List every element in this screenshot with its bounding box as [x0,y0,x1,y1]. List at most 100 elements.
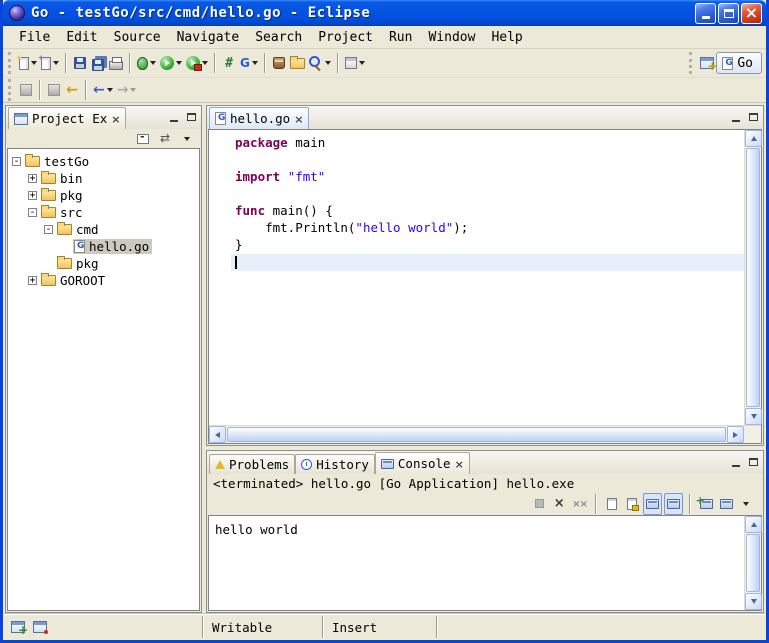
expander-icon[interactable]: - [12,157,21,166]
display-console-button[interactable] [717,493,735,515]
terminate-button[interactable] [530,493,548,515]
scrollbar-track[interactable] [226,426,727,443]
tab-history[interactable]: History [295,454,375,474]
scroll-up-button[interactable] [745,130,762,147]
scrollbar-thumb[interactable] [746,534,760,592]
expander-icon[interactable]: + [28,191,37,200]
show-console-on-output-toggle[interactable] [643,493,662,515]
tree-item-cmd[interactable]: - cmd [8,221,199,238]
search-dropdown[interactable] [307,52,333,74]
run-dropdown[interactable] [158,52,184,74]
menu-window[interactable]: Window [420,28,483,47]
minimize-view-button[interactable] [166,110,182,124]
menu-source[interactable]: Source [106,28,169,47]
open-console-dropdown[interactable] [737,493,755,515]
scroll-right-button[interactable] [727,426,744,443]
code-line[interactable] [231,186,744,203]
console-output-text[interactable]: hello world [209,516,744,610]
print-button[interactable] [107,52,125,74]
scrollbar-thumb[interactable] [227,427,726,442]
maximize-view-button[interactable] [745,110,761,124]
new-go-element-dropdown[interactable] [39,52,61,74]
close-button[interactable] [741,3,762,24]
code-line[interactable]: func main() { [231,203,744,220]
new-wizard-dropdown[interactable] [17,52,39,74]
close-icon[interactable] [111,111,120,126]
menu-search[interactable]: Search [247,28,310,47]
back-dropdown[interactable] [91,79,115,101]
tree-item-bin[interactable]: + bin [8,170,199,187]
close-icon[interactable] [294,111,303,126]
link-with-editor-button[interactable] [156,128,174,150]
scrollbar-track[interactable] [745,147,761,408]
view-menu-button[interactable] [178,128,196,150]
scrollbar-thumb[interactable] [746,148,760,407]
code-line[interactable]: package main [231,135,744,152]
code-line[interactable] [231,152,744,169]
menu-edit[interactable]: Edit [58,28,105,47]
pin-console-button[interactable] [697,493,715,515]
expander-icon[interactable]: + [28,174,37,183]
menu-help[interactable]: Help [483,28,530,47]
new-go-app-dropdown[interactable] [238,52,260,74]
tree-item-pkg-src[interactable]: pkg [8,255,199,272]
clear-console-button[interactable] [603,493,621,515]
scroll-down-button[interactable] [745,408,762,425]
remove-launch-button[interactable] [550,493,568,515]
code-area[interactable]: package main import "fmt" func main() { … [209,130,744,425]
external-tools-dropdown[interactable] [184,52,210,74]
last-edit-location-button[interactable] [63,79,81,101]
minimize-button[interactable] [695,3,716,24]
remove-all-terminated-button[interactable] [570,493,589,515]
maximize-button[interactable] [718,3,739,24]
fast-view-icon[interactable] [11,621,25,633]
toolbar-grip[interactable] [689,52,694,74]
code-line[interactable]: import "fmt" [231,169,744,186]
perspective-go-button[interactable]: Go [716,52,762,74]
new-class-button[interactable] [220,52,238,74]
toolbar-grip[interactable] [8,79,13,101]
editor-vertical-scrollbar[interactable] [744,130,761,425]
menu-project[interactable]: Project [310,28,381,47]
menu-navigate[interactable]: Navigate [169,28,248,47]
tab-problems[interactable]: Problems [209,454,295,474]
save-all-button[interactable] [89,52,107,74]
tree-item-hello-go[interactable]: hello.go [8,238,199,255]
trim-status-icon[interactable] [33,621,47,633]
console-vertical-scrollbar[interactable] [744,516,761,610]
scroll-lock-button[interactable] [623,493,641,515]
scroll-down-button[interactable] [745,593,762,610]
scroll-left-button[interactable] [209,426,226,443]
minimize-view-button[interactable] [728,455,744,469]
toolbar-grip[interactable] [8,52,13,74]
tab-console[interactable]: Console [375,452,470,474]
menu-file[interactable]: File [11,28,58,47]
tree-item-pkg[interactable]: + pkg [8,187,199,204]
open-type-button[interactable] [270,52,288,74]
tree-item-goroot[interactable]: + GOROOT [8,272,199,289]
maximize-view-button[interactable] [183,110,199,124]
minimize-view-button[interactable] [728,110,744,124]
tree-item-src[interactable]: - src [8,204,199,221]
scrollbar-track[interactable] [745,533,761,593]
collapse-all-button[interactable] [134,128,152,150]
annotation-ruler[interactable] [209,130,227,425]
previous-annotation-button[interactable] [45,79,63,101]
tree-item-testgo[interactable]: - testGo [8,153,199,170]
save-button[interactable] [71,52,89,74]
debug-dropdown[interactable] [135,52,158,74]
editor-horizontal-scrollbar[interactable] [209,426,744,443]
maximize-view-button[interactable] [745,455,761,469]
tab-hello-go[interactable]: hello.go [209,107,309,129]
code-line[interactable]: } [231,237,744,254]
open-perspective-button[interactable] [698,52,716,74]
show-console-on-error-toggle[interactable] [664,493,683,515]
open-resource-button[interactable] [288,52,307,74]
code-line[interactable]: fmt.Println("hello world"); [231,220,744,237]
tab-project-explorer[interactable]: Project Ex [8,107,126,129]
titlebar[interactable]: Go - testGo/src/cmd/hello.go - Eclipse [3,0,766,26]
scroll-up-button[interactable] [745,516,762,533]
forward-dropdown[interactable] [115,79,139,101]
selected-tree-item[interactable]: hello.go [73,239,152,254]
expander-icon[interactable]: - [44,225,53,234]
